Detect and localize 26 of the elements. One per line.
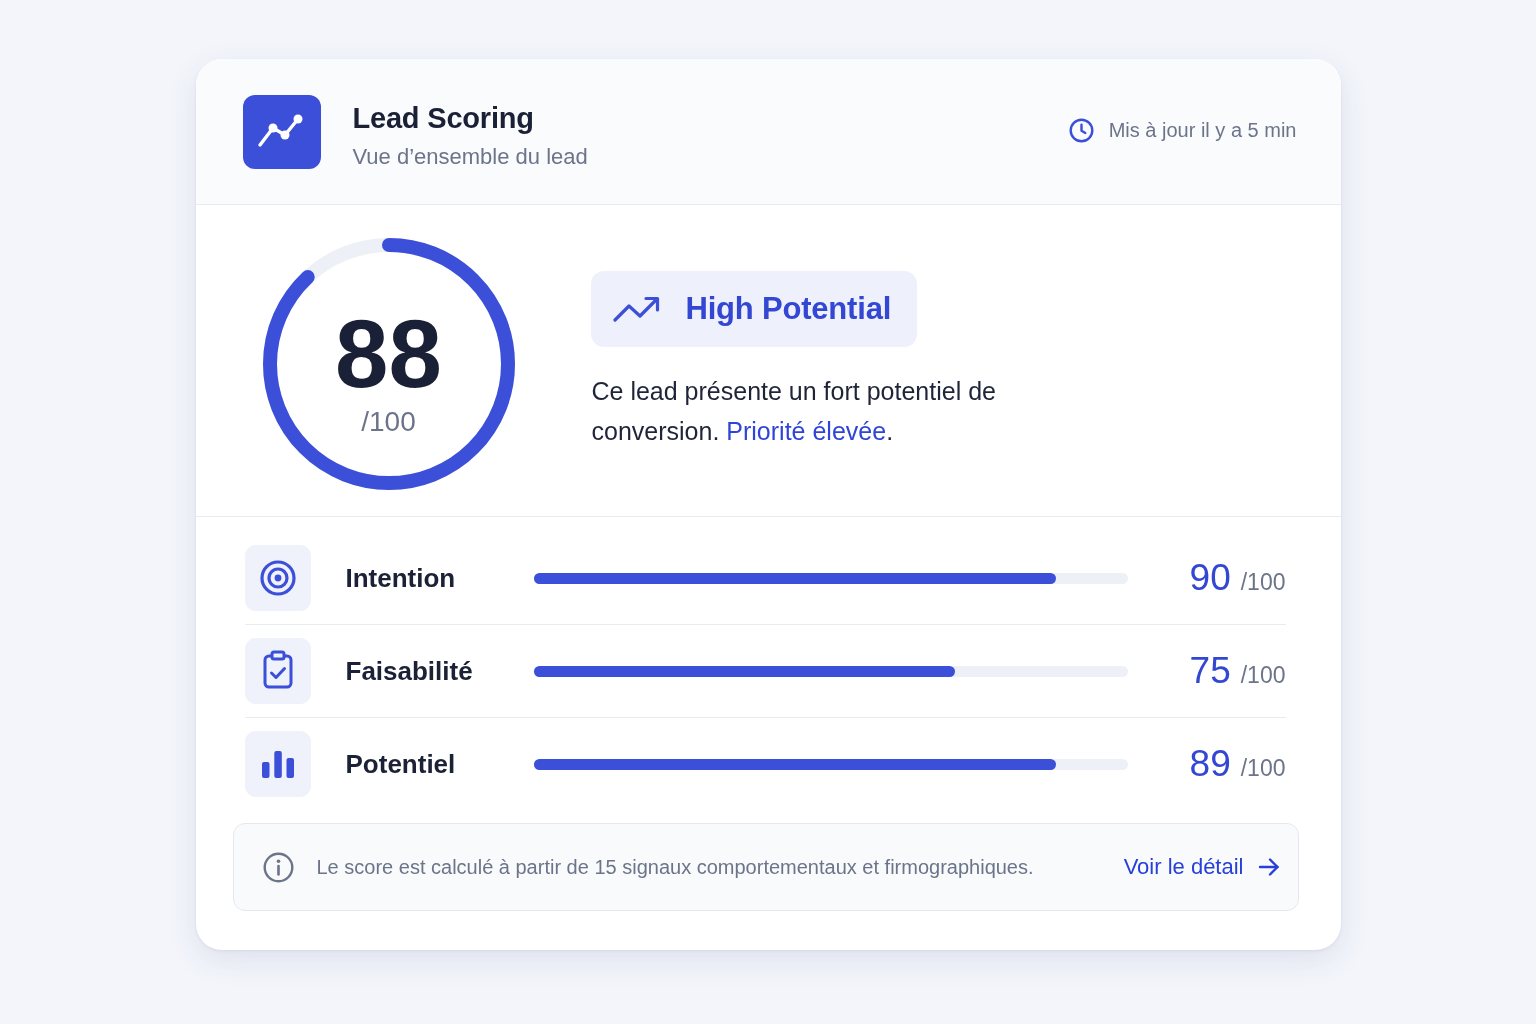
metric-label: Intention (345, 562, 457, 594)
target-icon (244, 545, 311, 611)
score-note: Le score est calculé à partir de 15 signaux comportementaux et firmographiques. (316, 855, 1034, 879)
metric-label: Faisabilité (345, 655, 474, 687)
clock-icon (1068, 118, 1094, 143)
metric-score: 89 (1189, 743, 1231, 785)
potential-label: High Potential (685, 290, 892, 327)
trend-up-icon (612, 295, 660, 322)
metric-max: /100 (1240, 755, 1286, 782)
arrow-right-icon (1257, 857, 1280, 877)
detail-link[interactable]: Voir le détail (1123, 854, 1280, 880)
clipboard-check-icon (244, 638, 311, 704)
bar-chart-icon (244, 731, 311, 797)
metric-label: Potentiel (345, 748, 457, 780)
score-max: /100 (361, 405, 416, 438)
line-chart-icon (242, 94, 321, 169)
score-description: Ce lead présente un fort potentiel de conversion. Priorité élevée. (591, 375, 997, 447)
info-icon (262, 851, 294, 883)
metric-max: /100 (1240, 569, 1286, 596)
card-subtitle: Vue d’ensemble du lead (352, 143, 588, 170)
metric-max: /100 (1240, 662, 1286, 689)
metric-score: 90 (1189, 557, 1231, 599)
overall-score: 88 (335, 305, 442, 402)
updated-time: Mis à jour il y a 5 min (1108, 119, 1297, 142)
card-title: Lead Scoring (352, 101, 535, 135)
metric-score: 75 (1189, 650, 1231, 692)
